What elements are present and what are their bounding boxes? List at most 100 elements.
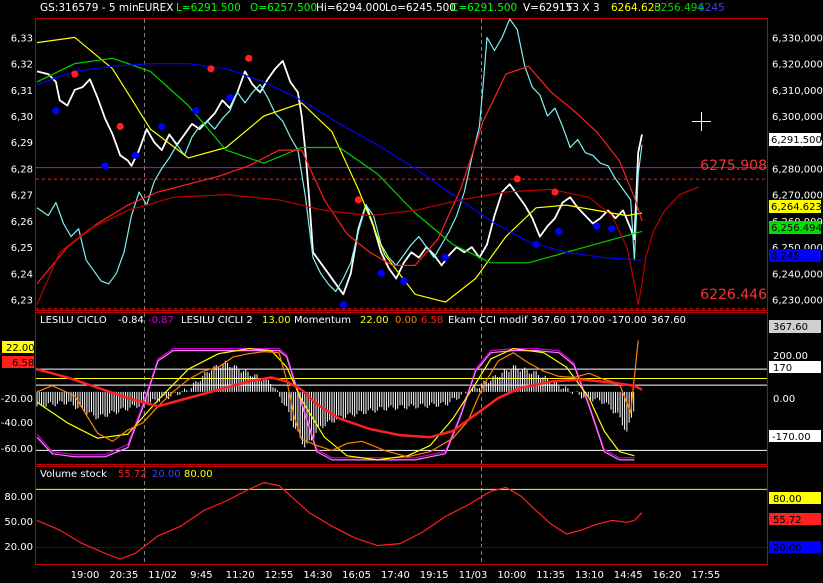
session-separators xyxy=(144,19,482,564)
price-right-tick: 6,280,000 xyxy=(772,164,823,175)
header-low: L=6291.500 xyxy=(176,2,241,14)
ma-yellow-box-label: 6,264.623 xyxy=(771,202,822,213)
header-lo: Lo=6245.500 xyxy=(385,2,456,14)
osc-left-tick: -20.00 xyxy=(1,394,33,405)
time-axis-label: 14:45 xyxy=(614,570,643,581)
volume-legend: Volume stock 55.72 20.00 80.00 xyxy=(40,469,213,480)
osc-right-tick: 0.00 xyxy=(773,394,795,405)
signal-marker xyxy=(226,94,234,102)
volume-right-axis: 80.00 55.72 20.00 xyxy=(769,492,821,554)
price-right-tick: 6,270,000 xyxy=(772,191,823,202)
signal-marker xyxy=(400,277,408,285)
osc-legend-val2: -0.87 xyxy=(148,315,174,326)
time-axis-label: 19:00 xyxy=(71,570,100,581)
oscillator-levels xyxy=(36,368,767,451)
signal-marker xyxy=(551,188,559,196)
price-right-tick: 6,310,000 xyxy=(772,86,823,97)
price-left-tick: 6,31 xyxy=(11,86,33,97)
oscillator-panel: LESILU CICLO -0.84 -0.87 LESILU CICLI 2 … xyxy=(1,315,821,461)
price-series xyxy=(36,18,699,306)
price-right-tick: 6,230,000 xyxy=(772,296,823,307)
crosshair-cursor xyxy=(692,112,711,131)
time-axis-label: 11:35 xyxy=(536,570,565,581)
price-right-tick: 6,320,000 xyxy=(772,60,823,71)
vol-right-box-red-label: 55.72 xyxy=(773,515,802,526)
signal-marker xyxy=(207,65,215,73)
price-right-tick: 6,300,000 xyxy=(772,112,823,123)
signal-marker xyxy=(377,269,385,277)
header-exchange: EUREX xyxy=(138,2,173,14)
time-axis: 19:00 20:35 11/02 9:45 11:20 12:55 14:30 16:05 1… xyxy=(71,570,721,581)
price-left-tick: 6,29 xyxy=(11,138,33,149)
vol-left-tick: 50.00 xyxy=(4,517,33,528)
price-series-line xyxy=(36,18,643,293)
signal-marker xyxy=(354,196,363,204)
time-axis-label: 16:20 xyxy=(653,570,682,581)
header-symbol: GS:316579 - 5 min xyxy=(40,2,139,14)
osc-left-tick: -60.00 xyxy=(1,444,33,455)
header-ma2: 6256.494 xyxy=(654,2,704,14)
osc-left-box-yellow-label: 22.00 xyxy=(6,343,35,354)
signal-marker xyxy=(555,227,563,235)
price-series-line xyxy=(36,65,643,285)
osc-right-tick: 200.00 xyxy=(773,351,808,362)
oscillator-left-axis: 22.00 6.58 -20.00 -40.00 -60.00 xyxy=(1,341,35,455)
vol-left-tick: 20.00 xyxy=(4,542,33,553)
header-volume: V=62915 xyxy=(523,2,572,14)
price-left-tick: 6,23 xyxy=(11,296,33,307)
oscillator-series xyxy=(36,340,643,461)
volume-panel-frame xyxy=(35,466,768,565)
signal-marker xyxy=(441,253,449,262)
time-axis-label: 20:35 xyxy=(109,570,138,581)
signal-marker xyxy=(71,70,79,78)
trading-chart: GS:316579 - 5 min EUREX L=6291.500 O=625… xyxy=(1,2,823,581)
volume-left-axis: 80.00 50.00 20.00 xyxy=(4,492,33,553)
time-axis-label: 17:40 xyxy=(381,570,410,581)
price-left-tick: 6,30 xyxy=(11,112,33,123)
header-high: Hi=6294.000 xyxy=(316,2,386,14)
price-markers xyxy=(52,54,616,309)
lower-level-label: 6226.446 xyxy=(700,287,767,303)
osc-legend-val1: -0.84 xyxy=(118,315,144,326)
time-axis-label: 11/03 xyxy=(459,570,488,581)
osc-right-box-neg170-label: -170.00 xyxy=(772,432,811,443)
signal-marker xyxy=(52,107,60,115)
osc-legend-val8: 170.00 xyxy=(570,315,605,326)
volume-levels xyxy=(36,488,767,549)
ma-green-box-label: 6,256.494 xyxy=(771,223,822,234)
osc-legend-name4: Ekam CCI modif xyxy=(448,315,528,326)
vol-legend-val2: 20.00 xyxy=(152,469,181,480)
time-axis-label: 19:15 xyxy=(420,570,449,581)
oscillator-right-axis: 367.60 200.00 170 0.00 -170.00 xyxy=(769,320,821,443)
price-right-tick: 6,240,000 xyxy=(772,269,823,280)
time-axis-label: 10:00 xyxy=(497,570,526,581)
osc-legend-name2: LESILU CICLI 2 xyxy=(181,315,253,326)
osc-legend-name1: LESILU CICLO xyxy=(40,315,107,326)
signal-marker xyxy=(513,175,521,183)
time-axis-label: 14:30 xyxy=(303,570,332,581)
signal-marker xyxy=(101,162,109,170)
osc-right-box-gray-label: 367.60 xyxy=(773,322,808,333)
price-series-line xyxy=(637,186,699,305)
vol-legend-val1: 55.72 xyxy=(118,469,147,480)
price-right-tick: 6,330,000 xyxy=(772,33,823,44)
vol-legend-name: Volume stock xyxy=(40,469,107,480)
oscillator-panel-frame xyxy=(35,312,768,465)
signal-marker xyxy=(532,240,540,249)
time-axis-label: 12:55 xyxy=(265,570,294,581)
signal-marker xyxy=(339,301,347,309)
osc-legend-val4: 22.00 xyxy=(360,315,389,326)
osc-legend-val7: 367.60 xyxy=(531,315,566,326)
oscillator-legend: LESILU CICLO -0.84 -0.87 LESILU CICLI 2 … xyxy=(40,315,686,326)
signal-marker xyxy=(593,222,601,230)
price-left-tick: 6,32 xyxy=(11,60,33,71)
header-close: C=6291.500 xyxy=(451,2,517,14)
signal-marker xyxy=(608,225,616,233)
current-price-box-label: 6,291.500 xyxy=(771,135,822,146)
price-right-axis: 6,330,000 6,320,000 6,310,000 6,300,000 6,29… xyxy=(772,33,823,306)
header-ma3: 6245 xyxy=(698,2,725,14)
osc-legend-val5: 0.00 xyxy=(395,315,417,326)
osc-left-box-red-label: 6.58 xyxy=(12,358,34,369)
osc-legend-val9: -170.00 xyxy=(608,315,647,326)
volume-panel: Volume stock 55.72 20.00 80.00 80.00 50.… xyxy=(4,469,821,560)
